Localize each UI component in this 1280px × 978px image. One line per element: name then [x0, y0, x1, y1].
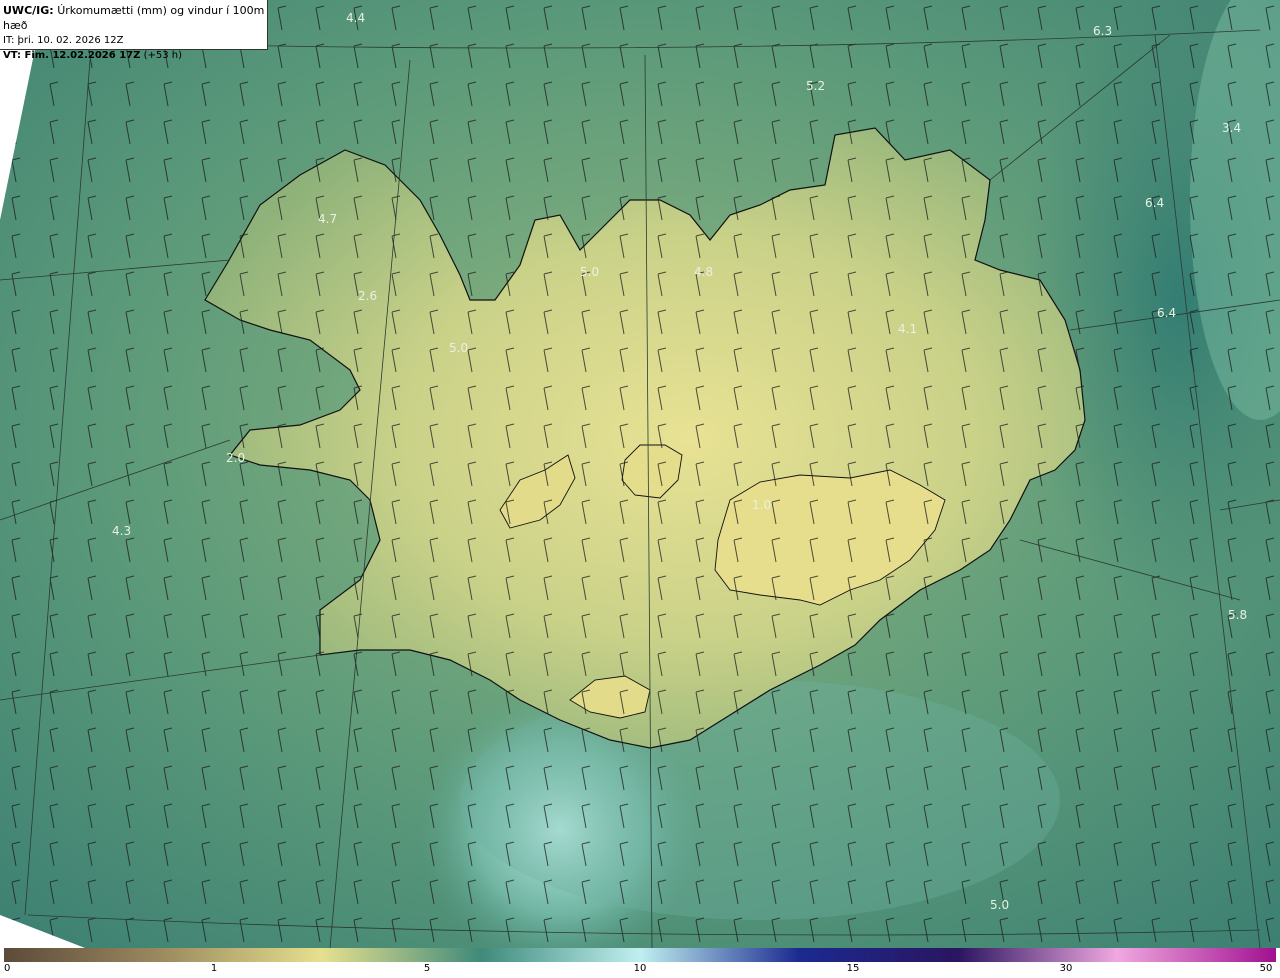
model-domain: [0, 0, 1280, 948]
map-label: 1.0: [752, 498, 771, 512]
colorbar-tick: 30: [1059, 963, 1073, 974]
map-label: 5.0: [449, 341, 468, 355]
valid-time: VT: Fim. 12.02.2026 17Z: [3, 50, 141, 61]
forecast-offset: (+53 h): [143, 50, 182, 61]
init-time: IT: þri. 10. 02. 2026 12Z: [3, 35, 124, 46]
weather-map: 4.4 6.3 5.2 3.4 6.4 6.4 4.7 5.0 4.8 2.6 …: [0, 0, 1280, 948]
map-label: 4.1: [898, 322, 917, 336]
model-name: UWC/IG:: [3, 4, 54, 17]
colorbar-tick: 0: [4, 963, 11, 974]
colorbar-tick: 5: [423, 963, 431, 974]
colorbar-tick: 50: [1259, 963, 1273, 974]
map-label: 6.3: [1093, 24, 1112, 38]
map-label: 5.8: [1228, 608, 1247, 622]
map-label: 4.3: [112, 524, 131, 538]
map-label: 2.0: [226, 451, 245, 465]
colorbar-tick: 1: [210, 963, 218, 974]
wind-barbs: [0, 0, 1280, 948]
map-label: 6.4: [1157, 306, 1176, 320]
info-title-line: UWC/IG: Úrkomumætti (mm) og vindur í 100…: [3, 3, 267, 33]
colorbar: [4, 948, 1276, 962]
map-label: 4.8: [694, 265, 713, 279]
map-label: 5.0: [580, 265, 599, 279]
colorbar-tick: 10: [633, 963, 647, 974]
map-label: 5.2: [806, 79, 825, 93]
map-label: 3.4: [1222, 121, 1241, 135]
colorbar-tick: 15: [846, 963, 860, 974]
valid-time-line: VT: Fim. 12.02.2026 17Z (+53 h): [3, 48, 267, 63]
colorbar-legend: 0 1 5 10 15 30 50: [0, 948, 1280, 978]
map-label: 5.0: [990, 898, 1009, 912]
info-box: UWC/IG: Úrkomumætti (mm) og vindur í 100…: [0, 0, 268, 61]
map-label: 2.6: [358, 289, 377, 303]
map-label: 4.4: [346, 11, 365, 25]
map-label: 6.4: [1145, 196, 1164, 210]
map-label: 4.7: [318, 212, 337, 226]
